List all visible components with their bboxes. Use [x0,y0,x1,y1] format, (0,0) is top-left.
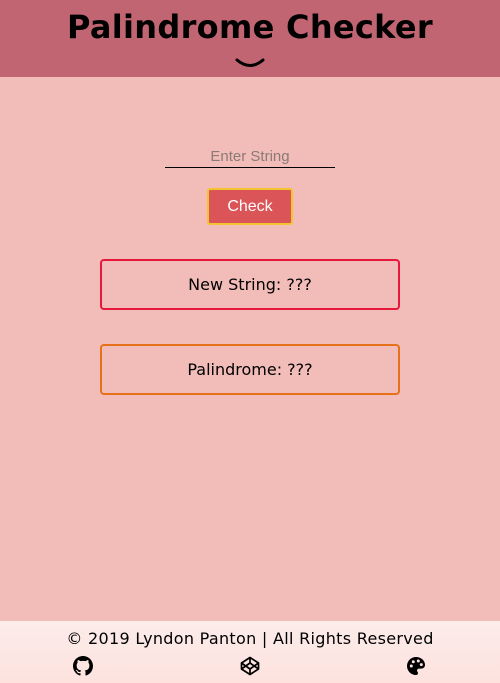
string-input[interactable] [165,146,335,167]
chevron-down-icon[interactable] [235,56,265,70]
palindrome-label: Palindrome: ??? [187,360,313,379]
palette-icon[interactable] [406,656,426,676]
page-footer: © 2019 Lyndon Panton | All Rights Reserv… [0,621,500,683]
new-string-result: New String: ??? [100,259,400,310]
copyright-text: © 2019 Lyndon Panton | All Rights Reserv… [66,629,434,648]
page-header: Palindrome Checker [0,0,500,77]
github-icon[interactable] [73,656,93,676]
page-title: Palindrome Checker [66,8,433,46]
new-string-label: New String: ??? [188,275,312,294]
string-input-wrapper [165,146,335,168]
codepen-icon[interactable] [240,656,260,676]
check-button[interactable]: Check [207,188,293,225]
palindrome-result: Palindrome: ??? [100,344,400,395]
